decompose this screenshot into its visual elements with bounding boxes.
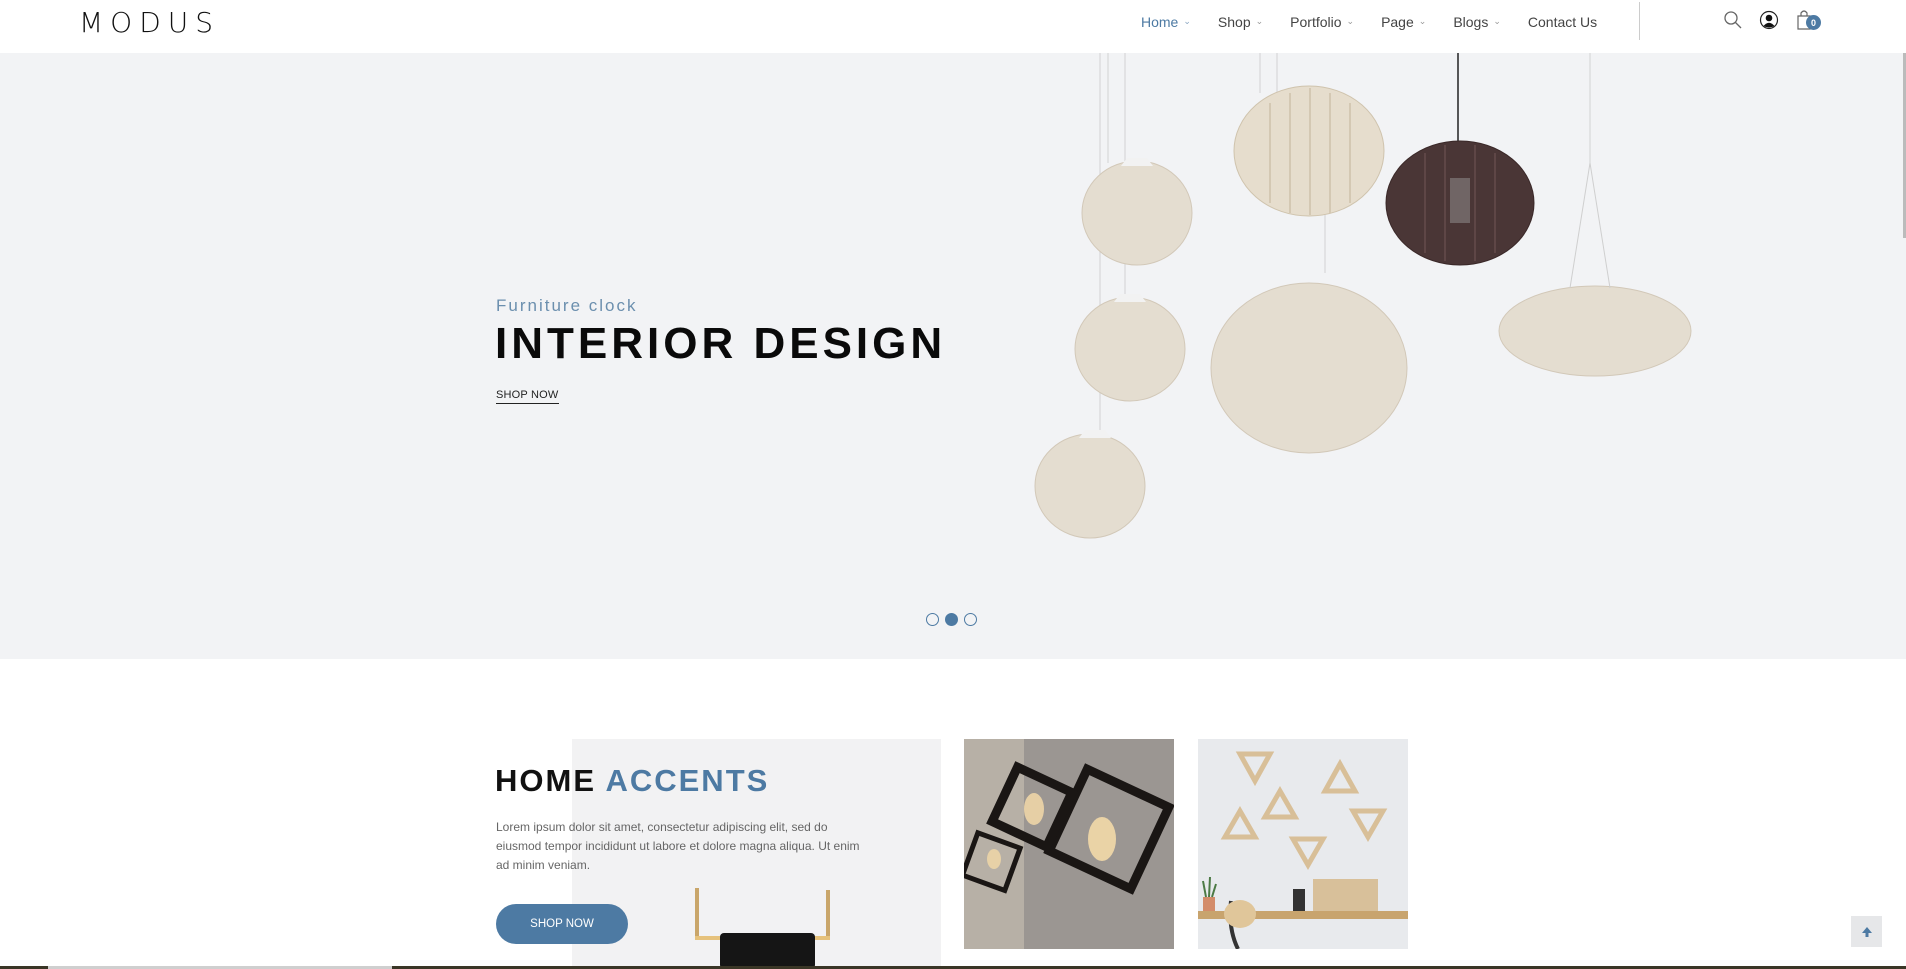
slide-dot-1[interactable] — [926, 613, 939, 626]
pendant-lamps-image — [1034, 53, 1692, 539]
wall-shelves-desk-image — [1198, 739, 1408, 949]
header-divider — [1639, 2, 1640, 40]
shop-now-button[interactable]: SHOP NOW — [496, 904, 628, 944]
clock-product-image — [695, 888, 830, 969]
nav-label: Shop — [1217, 14, 1251, 30]
section-title-dark: HOME — [495, 763, 596, 798]
cart-button[interactable]: 0 — [1794, 9, 1821, 31]
slide-dot-3[interactable] — [964, 613, 977, 626]
hero-slider: Furniture clock INTERIOR DESIGN SHOP NOW — [0, 53, 1906, 659]
search-icon — [1724, 11, 1742, 29]
site-header: MODUS Home ⌄ Shop ⌄ Portfolio ⌄ Page ⌄ Blogs… — [0, 0, 1906, 53]
hero-title: INTERIOR DESIGN — [495, 319, 947, 368]
user-icon — [1759, 10, 1779, 30]
nav-blogs[interactable]: Blogs ⌄ — [1453, 12, 1501, 32]
nav-label: Home — [1141, 14, 1179, 30]
pendant-lights-image — [964, 739, 1174, 949]
slide-dot-2[interactable] — [945, 613, 958, 626]
chevron-down-icon: ⌄ — [1346, 15, 1355, 26]
nav-portfolio[interactable]: Portfolio ⌄ — [1290, 12, 1354, 32]
logo[interactable]: MODUS — [79, 6, 220, 39]
nav-home[interactable]: Home ⌄ — [1141, 12, 1191, 32]
chevron-down-icon: ⌄ — [1183, 15, 1191, 26]
wall-shelves-tile[interactable] — [1198, 739, 1408, 949]
search-button[interactable] — [1722, 9, 1744, 31]
pendant-lights-tile[interactable] — [964, 739, 1174, 949]
chevron-down-icon: ⌄ — [1418, 15, 1427, 26]
hero-subtitle: Furniture clock — [496, 296, 638, 315]
header-icons: 0 — [1722, 9, 1830, 31]
section-title: HOME ACCENTS — [495, 763, 769, 799]
section-title-accent: ACCENTS — [605, 763, 770, 798]
cart-count-badge: 0 — [1806, 15, 1821, 30]
nav-contact[interactable]: Contact Us — [1528, 12, 1597, 32]
account-button[interactable] — [1758, 9, 1780, 31]
nav-label: Blogs — [1453, 14, 1489, 30]
nav-label: Contact Us — [1527, 14, 1598, 30]
hero-shop-now-link[interactable]: SHOP NOW — [496, 389, 559, 404]
slider-pagination — [926, 613, 977, 626]
chevron-down-icon: ⌄ — [1255, 15, 1264, 26]
nav-label: Page — [1381, 14, 1414, 30]
back-to-top-button[interactable] — [1851, 916, 1882, 947]
main-nav: Home ⌄ Shop ⌄ Portfolio ⌄ Page ⌄ Blogs ⌄ Cont… — [1141, 12, 1624, 32]
nav-label: Portfolio — [1290, 14, 1342, 30]
nav-page[interactable]: Page ⌄ — [1381, 12, 1426, 32]
nav-shop[interactable]: Shop ⌄ — [1218, 12, 1263, 32]
chevron-down-icon: ⌄ — [1493, 15, 1501, 26]
arrow-up-icon — [1861, 926, 1872, 937]
section-description: Lorem ipsum dolor sit amet, consectetur … — [496, 820, 860, 872]
